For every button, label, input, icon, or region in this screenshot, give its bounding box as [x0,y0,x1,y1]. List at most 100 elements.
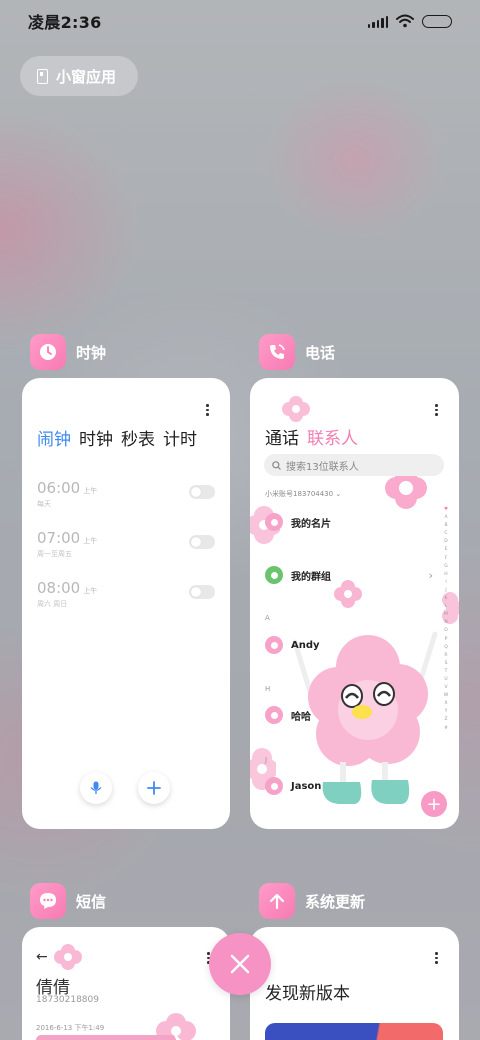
alphabet-index-letter[interactable]: C [444,530,447,538]
clock-icon [40,344,56,360]
alarm-toggle[interactable] [189,485,215,499]
alphabet-index-letter[interactable]: R [444,652,447,660]
alphabet-index-letter[interactable]: E [445,546,448,554]
update-app-header[interactable]: 系统更新 [259,883,365,919]
alphabet-index-letter[interactable]: T [445,668,448,676]
tab-timer[interactable]: 计时 [163,425,197,450]
account-label[interactable]: 小米账号183704430 ⌄ [265,489,341,499]
tab-contacts[interactable]: 联系人 [307,424,358,449]
alphabet-index-letter[interactable]: D [444,538,447,546]
alphabet-index-letter[interactable]: W [444,692,448,700]
battery-icon [422,14,452,28]
wifi-icon [396,14,414,28]
phone-more-icon[interactable] [435,404,439,418]
update-more-icon[interactable] [435,952,439,966]
back-arrow-icon[interactable]: ← [36,949,48,965]
update-banner [265,1023,443,1040]
alarm-ampm: 上午 [83,487,98,495]
microphone-icon [90,781,102,794]
update-app-icon[interactable] [259,883,295,919]
avatar [265,636,283,654]
sms-app-card[interactable]: ← 倩倩 18730218809 2016-6-13 下午1:49 [22,927,230,1040]
alphabet-index-letter[interactable]: S [445,660,448,668]
alphabet-index-letter[interactable]: U [444,676,447,684]
clock-app-header[interactable]: 时钟 [30,334,106,370]
alarm-time: 06:00 [37,479,81,497]
contact-row[interactable]: 哈哈 [265,706,311,724]
alarm-item[interactable]: 06:00 上午 每天 [37,478,217,518]
tab-calls[interactable]: 通话 [265,424,299,449]
sms-contact-number: 18730218809 [36,995,99,1005]
alphabet-index-letter[interactable]: V [444,684,447,692]
status-icons [367,14,452,28]
alphabet-index-letter[interactable]: J [445,587,446,595]
alphabet-index-letter[interactable]: K [445,595,448,603]
update-app-card[interactable]: 发现新版本 [250,927,459,1040]
tab-alarm[interactable]: 闹钟 [37,425,71,450]
add-contact-button[interactable]: + [421,791,447,817]
small-window-label: 小窗应用 [56,67,117,86]
phone-tabs: 通话 联系人 [265,424,358,449]
contact-row[interactable]: Andy [265,636,320,654]
close-icon [230,954,250,974]
small-window-icon [37,68,48,84]
alphabet-index-letter[interactable]: P [445,636,448,644]
search-placeholder: 搜索13位联系人 [286,461,359,473]
flower-decoration-icon [282,396,310,422]
alphabet-index-letter[interactable]: H [444,571,447,579]
alphabet-index[interactable]: ♥ A B C D E F G H I J K L M N O P Q R S T U V W X Y Z # [443,506,449,733]
sms-app-header[interactable]: 短信 [30,883,106,919]
clear-all-button[interactable] [209,933,271,995]
alarm-ampm: 上午 [83,537,98,545]
avatar [265,777,283,795]
alphabet-index-letter[interactable]: A [444,514,447,522]
status-time: 凌晨2:36 [28,13,102,32]
alphabet-index-letter[interactable]: Z [444,716,447,724]
phone-app-icon[interactable] [259,334,295,370]
alarm-item[interactable]: 07:00 上午 周一至周五 [37,528,217,568]
sms-message-date: 2016-6-13 下午1:49 [36,1024,105,1032]
my-card-label: 我的名片 [291,518,331,530]
alphabet-index-letter[interactable]: # [444,725,448,733]
alarm-toggle[interactable] [189,535,215,549]
flower-decoration-icon [54,944,82,970]
phone-app-name: 电话 [305,343,336,362]
tab-clock[interactable]: 时钟 [79,425,113,450]
contact-name: 哈哈 [291,711,311,723]
alphabet-index-letter[interactable]: ♥ [444,506,448,514]
alphabet-index-letter[interactable]: G [444,563,448,571]
alphabet-index-letter[interactable]: I [445,579,446,587]
alphabet-index-letter[interactable]: B [444,522,447,530]
sms-app-icon[interactable] [30,883,66,919]
alphabet-index-letter[interactable]: Q [444,644,448,652]
phone-icon [270,344,285,359]
clock-app-icon[interactable] [30,334,66,370]
alphabet-index-letter[interactable]: Y [445,708,448,716]
my-groups-label: 我的群组 [291,571,331,583]
alphabet-index-letter[interactable]: M [444,611,448,619]
arrow-up-icon [269,893,285,910]
tab-stopwatch[interactable]: 秒表 [121,425,155,450]
alphabet-index-letter[interactable]: N [444,619,447,627]
add-alarm-button[interactable] [138,772,170,804]
alphabet-index-letter[interactable]: X [444,700,447,708]
phone-app-card[interactable]: 通话 联系人 搜索13位联系人 小米账号183704430 ⌄ 我的名片 我的群… [250,378,459,829]
phone-app-header[interactable]: 电话 [259,334,335,370]
voice-alarm-button[interactable] [80,772,112,804]
small-window-apps-button[interactable]: 小窗应用 [20,56,138,96]
contact-search-input[interactable]: 搜索13位联系人 [264,454,444,476]
clock-app-card[interactable]: 闹钟 时钟 秒表 计时 06:00 上午 每天 07:00 上午 周一至周五 08:… [22,378,230,829]
alphabet-index-letter[interactable]: L [445,603,448,611]
section-header: H [265,685,271,693]
clock-more-icon[interactable] [206,404,210,418]
alphabet-index-letter[interactable]: F [445,555,448,563]
contact-row[interactable]: Jason [265,777,321,795]
alarm-repeat: 周一至周五 [37,550,72,558]
my-groups-row[interactable]: 我的群组 › [265,566,433,584]
alarm-toggle[interactable] [189,585,215,599]
alphabet-index-letter[interactable]: O [444,627,448,635]
my-card-row[interactable]: 我的名片 [265,513,331,531]
alarm-time: 07:00 [37,529,81,547]
alarm-item[interactable]: 08:00 上午 周六 周日 [37,578,217,618]
sms-message-bubble [36,1035,176,1040]
